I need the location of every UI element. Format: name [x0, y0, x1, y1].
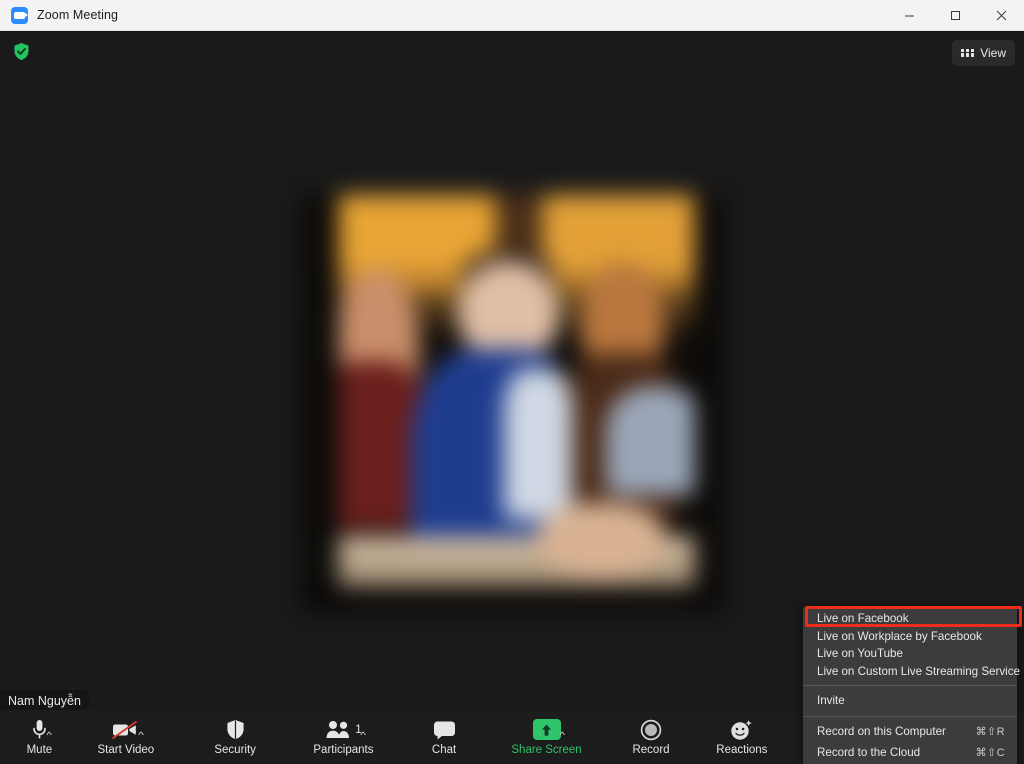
menu-divider: [803, 716, 1017, 717]
menu-item-label: Invite: [817, 694, 845, 707]
shield-check-icon[interactable]: [13, 42, 30, 61]
participants-button[interactable]: 1 ^ Participants: [297, 710, 389, 764]
zoom-app-icon: [11, 6, 28, 24]
menu-divider: [803, 685, 1017, 686]
reactions-button[interactable]: Reactions: [702, 710, 783, 764]
participants-caret-icon[interactable]: ^: [361, 730, 367, 740]
smiley-sparkle-icon: [730, 718, 753, 741]
video-caret-icon[interactable]: ^: [138, 730, 144, 740]
participant-name-badge: Nam Nguyễn: [0, 690, 89, 712]
grid-icon: [960, 49, 975, 57]
camera-off-icon: ^: [112, 718, 144, 741]
window-title: Zoom Meeting: [37, 8, 119, 22]
menu-item-record-computer[interactable]: Record on this Computer ⌘⇧R: [803, 721, 1017, 742]
title-bar: Zoom Meeting: [0, 0, 1024, 31]
more-options-menu: Live on Facebook Live on Workplace by Fa…: [803, 606, 1020, 764]
mute-button[interactable]: ^ Mute: [0, 710, 79, 764]
video-stage: View Nam Nguyễn Live on Facebook Live on…: [0, 31, 1024, 764]
start-video-label: Start Video: [97, 744, 155, 756]
menu-item-record-cloud[interactable]: Record to the Cloud ⌘⇧C: [803, 742, 1017, 763]
security-label: Security: [214, 744, 256, 756]
people-icon: 1 ^: [325, 718, 366, 741]
chat-bubble-icon: [433, 718, 456, 741]
zoom-meeting-window: Zoom Meeting View Nam Nguyễn Live on Fac…: [0, 0, 1024, 764]
menu-item-label: Record on this Computer: [817, 725, 946, 738]
maximize-icon[interactable]: [932, 0, 978, 31]
view-button-label: View: [980, 46, 1006, 60]
menu-item-shortcut: ⌘⇧C: [975, 747, 1005, 759]
participant-video[interactable]: [300, 194, 725, 612]
menu-item-invite[interactable]: Invite: [803, 690, 1017, 711]
menu-item-live-workplace[interactable]: Live on Workplace by Facebook: [803, 628, 1017, 646]
menu-item-live-youtube[interactable]: Live on YouTube: [803, 645, 1017, 663]
menu-item-label: Live on YouTube: [817, 647, 903, 661]
share-screen-label: Share Screen: [511, 744, 582, 756]
chat-button[interactable]: Chat: [408, 710, 481, 764]
chat-label: Chat: [431, 744, 457, 756]
menu-item-label: Live on Custom Live Streaming Service: [817, 664, 1020, 678]
security-button[interactable]: Security: [191, 710, 279, 764]
menu-item-live-facebook[interactable]: Live on Facebook: [803, 610, 1017, 628]
participants-label: Participants: [313, 744, 374, 756]
share-caret-icon[interactable]: ^: [560, 730, 566, 740]
mute-caret-icon[interactable]: ^: [46, 730, 52, 740]
microphone-icon: ^: [32, 718, 52, 741]
menu-item-label: Record to the Cloud: [817, 746, 921, 759]
mute-label: Mute: [26, 744, 53, 756]
window-controls: [886, 0, 1024, 31]
minimize-icon[interactable]: [886, 0, 932, 31]
share-screen-button[interactable]: ^ Share Screen: [497, 710, 597, 764]
record-label: Record: [632, 744, 670, 756]
menu-item-label: Live on Workplace by Facebook: [817, 629, 982, 643]
menu-item-live-custom[interactable]: Live on Custom Live Streaming Service: [803, 663, 1020, 681]
record-circle-icon: [640, 718, 662, 741]
menu-item-label: Live on Facebook: [817, 612, 909, 626]
shield-icon: [226, 718, 245, 741]
view-button[interactable]: View: [951, 40, 1015, 66]
close-icon[interactable]: [978, 0, 1024, 31]
title-bar-left: Zoom Meeting: [0, 6, 119, 24]
share-arrow-icon: ^: [532, 718, 565, 741]
record-button[interactable]: Record: [615, 710, 688, 764]
start-video-button[interactable]: ^ Start Video: [79, 710, 173, 764]
menu-item-shortcut: ⌘⇧R: [975, 726, 1005, 738]
reactions-label: Reactions: [716, 744, 768, 756]
